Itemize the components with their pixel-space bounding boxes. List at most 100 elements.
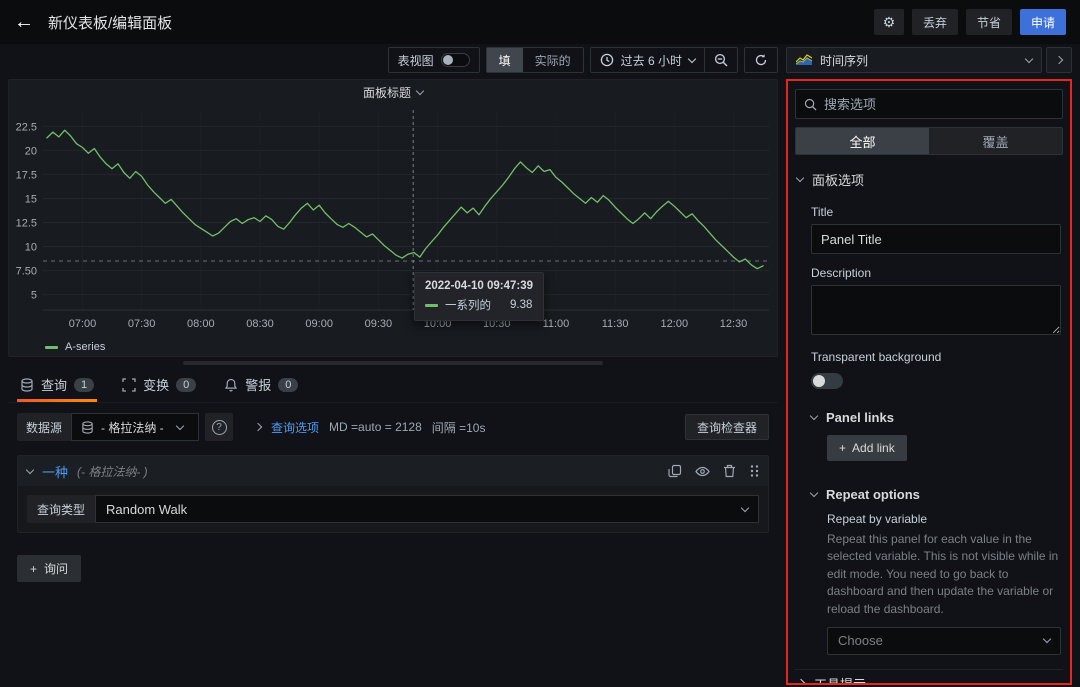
back-button[interactable]: ← <box>14 12 34 32</box>
query-inspector-button[interactable]: 查询检查器 <box>685 414 769 440</box>
options-search-input[interactable] <box>824 97 1054 112</box>
options-pane-highlighted: 全部 覆盖 面板选项 Title Description Transparent… <box>786 79 1072 685</box>
tab-alert-count: 0 <box>278 378 298 392</box>
options-search[interactable] <box>795 89 1063 119</box>
app-root: ← 新仪表板/编辑面板 ⚙ 丢弃 节省 申请 表视图 填 实际的 过去 6 小时 <box>0 0 1080 685</box>
chevron-right-icon <box>797 679 805 685</box>
svg-text:7.50: 7.50 <box>16 266 37 278</box>
tab-query[interactable]: 查询 1 <box>17 369 97 402</box>
fill-option[interactable]: 填 <box>487 48 523 72</box>
tooltip-series-name: 一系列的 <box>445 297 491 313</box>
fill-actual-group: 填 实际的 <box>486 47 584 73</box>
chevron-down-icon <box>416 86 424 94</box>
svg-text:12.5: 12.5 <box>16 218 37 230</box>
chevron-down-icon <box>175 421 183 429</box>
trash-icon[interactable] <box>723 464 736 478</box>
chevron-down-icon <box>1025 54 1033 62</box>
help-icon: ? <box>212 420 227 435</box>
svg-text:22.5: 22.5 <box>16 121 37 133</box>
add-query-button[interactable]: + 询问 <box>17 555 81 582</box>
panel-header[interactable]: 面板标题 <box>9 80 777 104</box>
query-type-label: 查询类型 <box>27 495 95 523</box>
repeat-options-label: Repeat options <box>826 487 920 502</box>
panel-title: 面板标题 <box>363 84 411 101</box>
query-row-actions <box>668 464 759 479</box>
refresh-button[interactable] <box>744 47 778 73</box>
svg-text:12:30: 12:30 <box>720 318 748 330</box>
gear-icon: ⚙ <box>883 14 896 31</box>
time-range-label: 过去 6 小时 <box>621 52 682 69</box>
topbar-actions: ⚙ 丢弃 节省 申请 <box>874 9 1066 35</box>
plus-icon: + <box>839 441 846 455</box>
panel-view-controls: 表视图 填 实际的 过去 6 小时 <box>8 47 778 73</box>
drag-handle-icon[interactable] <box>749 464 759 478</box>
panel-resize-handle[interactable] <box>8 357 778 369</box>
repeat-variable-select[interactable]: Choose <box>827 627 1061 655</box>
svg-text:17.5: 17.5 <box>16 169 37 181</box>
table-view-toggle[interactable]: 表视图 <box>388 47 480 73</box>
query-row-datasource: (- 格拉法纳- ) <box>77 463 148 480</box>
legend-series-swatch <box>45 346 58 349</box>
datasource-value: - 格拉法纳 - <box>101 419 164 436</box>
section-panel-links[interactable]: Panel links <box>811 410 1061 425</box>
datasource-row: 数据源 - 格拉法纳 - ? 查询选项 MD =auto = 2128 间隔 =… <box>17 413 769 441</box>
chevron-right-icon <box>254 423 262 431</box>
discard-button[interactable]: 丢弃 <box>912 9 958 35</box>
query-type-select[interactable]: Random Walk <box>95 495 759 523</box>
main-area: 面板标题 57.501012.51517.52022.507:0007:3008… <box>0 79 1080 685</box>
datasource-select[interactable]: - 格拉法纳 - <box>71 413 199 441</box>
query-row-header[interactable]: 一种 (- 格拉法纳- ) <box>18 456 768 486</box>
chart-area[interactable]: 57.501012.51517.52022.507:0007:3008:0008… <box>9 104 777 338</box>
chevron-down-icon <box>1043 635 1051 643</box>
tab-overrides[interactable]: 覆盖 <box>929 128 1062 154</box>
hide-query-eye-icon[interactable] <box>695 464 710 479</box>
transparent-background-toggle[interactable] <box>811 373 843 389</box>
zoom-out-button[interactable] <box>705 48 737 72</box>
repeat-description: Repeat this panel for each value in the … <box>827 531 1061 618</box>
timeseries-chart: 57.501012.51517.52022.507:0007:3008:0008… <box>9 104 777 338</box>
add-link-button[interactable]: + Add link <box>827 435 907 461</box>
datasource-help-button[interactable]: ? <box>205 413 233 441</box>
section-panel-options[interactable]: 面板选项 <box>795 157 1063 198</box>
plus-icon: + <box>30 562 37 576</box>
settings-button[interactable]: ⚙ <box>874 9 904 35</box>
query-options-link[interactable]: 查询选项 <box>271 419 319 436</box>
search-icon <box>804 98 817 111</box>
table-view-switch[interactable] <box>441 53 470 67</box>
legend-series-label[interactable]: A-series <box>65 341 105 353</box>
query-options-interval: 间隔 =10s <box>432 419 486 436</box>
repeat-variable-value: Choose <box>838 633 883 648</box>
sub-toolbar: 表视图 填 实际的 过去 6 小时 <box>0 44 1080 79</box>
tab-all-options[interactable]: 全部 <box>796 128 929 154</box>
duplicate-icon[interactable] <box>668 464 682 478</box>
query-row-body: 查询类型 Random Walk <box>18 486 768 532</box>
datasource-label: 数据源 <box>17 413 71 441</box>
tab-query-count: 1 <box>74 378 94 392</box>
section-tooltip[interactable]: 工具提示 <box>795 669 1063 685</box>
database-icon <box>20 378 34 392</box>
top-bar: ← 新仪表板/编辑面板 ⚙ 丢弃 节省 申请 <box>0 0 1080 44</box>
add-link-label: Add link <box>852 441 895 455</box>
description-field-label: Description <box>811 266 1061 280</box>
chevron-right-icon <box>1055 56 1063 64</box>
section-repeat-options[interactable]: Repeat options <box>811 487 1061 502</box>
panel-description-textarea[interactable] <box>811 285 1061 335</box>
transform-icon <box>122 378 136 392</box>
actual-option[interactable]: 实际的 <box>523 48 583 72</box>
save-button[interactable]: 节省 <box>966 9 1012 35</box>
clock-icon <box>600 53 614 67</box>
options-tabs: 全部 覆盖 <box>795 127 1063 155</box>
query-refid[interactable]: 一种 <box>42 462 68 481</box>
tab-transform-label: 变换 <box>143 375 169 394</box>
add-query-label: 询问 <box>44 560 68 577</box>
apply-button[interactable]: 申请 <box>1020 9 1066 35</box>
svg-text:08:00: 08:00 <box>187 318 215 330</box>
tab-alert[interactable]: 警报 0 <box>221 369 301 402</box>
collapse-options-button[interactable] <box>1046 47 1072 73</box>
tab-transform[interactable]: 变换 0 <box>119 369 199 402</box>
chevron-down-icon <box>810 412 818 420</box>
panel-title-input[interactable] <box>811 224 1061 254</box>
time-range-picker[interactable]: 过去 6 小时 <box>591 48 704 72</box>
visualization-select[interactable]: 时间序列 <box>786 47 1042 73</box>
chevron-down-icon <box>26 465 34 473</box>
